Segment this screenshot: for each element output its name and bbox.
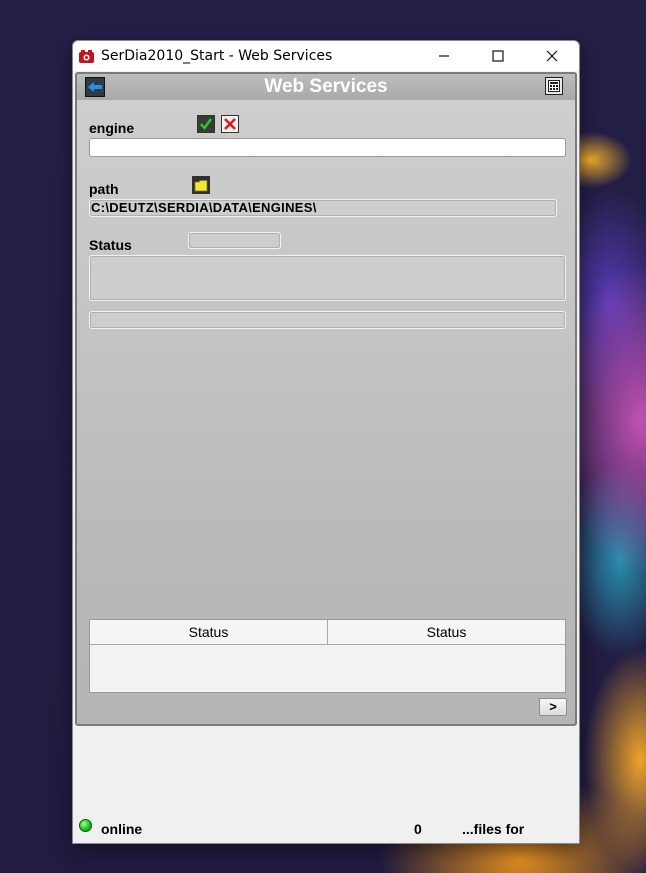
path-browse-button[interactable] [192, 176, 210, 194]
close-icon [546, 50, 558, 62]
status-field [188, 232, 281, 249]
maximize-button[interactable] [471, 41, 525, 71]
red-x-icon [224, 118, 236, 130]
progress-bar [89, 311, 566, 329]
status-table: Status Status [89, 619, 566, 693]
minimize-button[interactable] [417, 41, 471, 71]
engine-label: engine [89, 120, 135, 136]
file-count: 0 [414, 821, 422, 837]
next-button[interactable]: > [539, 698, 567, 716]
close-button[interactable] [525, 41, 579, 71]
engine-input[interactable] [89, 138, 566, 157]
check-icon [200, 118, 212, 130]
maximize-icon [492, 50, 504, 62]
status-label: Status [89, 237, 132, 253]
panel-title: Web Services [264, 76, 388, 97]
calculator-button[interactable] [545, 77, 563, 95]
title-bar[interactable]: SerDia2010_Start - Web Services [73, 41, 579, 71]
panel-header: Web Services [77, 74, 575, 100]
path-field[interactable]: C:\DEUTZ\SERDIA\DATA\ENGINES\ [89, 199, 557, 217]
web-services-panel: Web Services engine path C:\DEUTZ\SERDIA… [75, 72, 577, 726]
folder-icon [194, 179, 208, 191]
minimize-icon [439, 55, 449, 57]
app-window: SerDia2010_Start - Web Services Web Serv… [72, 40, 580, 844]
table-header: Status Status [90, 620, 565, 645]
path-value: C:\DEUTZ\SERDIA\DATA\ENGINES\ [91, 200, 317, 215]
files-for-label: ...files for [462, 821, 525, 837]
status-bar: online 0 ...files for [73, 817, 579, 843]
connection-status: online [101, 821, 143, 837]
table-column-header[interactable]: Status [90, 620, 327, 644]
online-indicator-icon [79, 819, 92, 832]
back-arrow-icon [88, 82, 102, 92]
back-button[interactable] [85, 77, 105, 97]
table-column-header[interactable]: Status [327, 620, 565, 644]
calculator-icon [548, 80, 560, 92]
window-title: SerDia2010_Start - Web Services [101, 48, 333, 64]
engine-ok-button[interactable] [197, 115, 215, 133]
serdia-app-icon [77, 48, 95, 64]
engine-cancel-button[interactable] [221, 115, 239, 133]
path-label: path [89, 181, 119, 197]
status-message-box [89, 255, 566, 301]
